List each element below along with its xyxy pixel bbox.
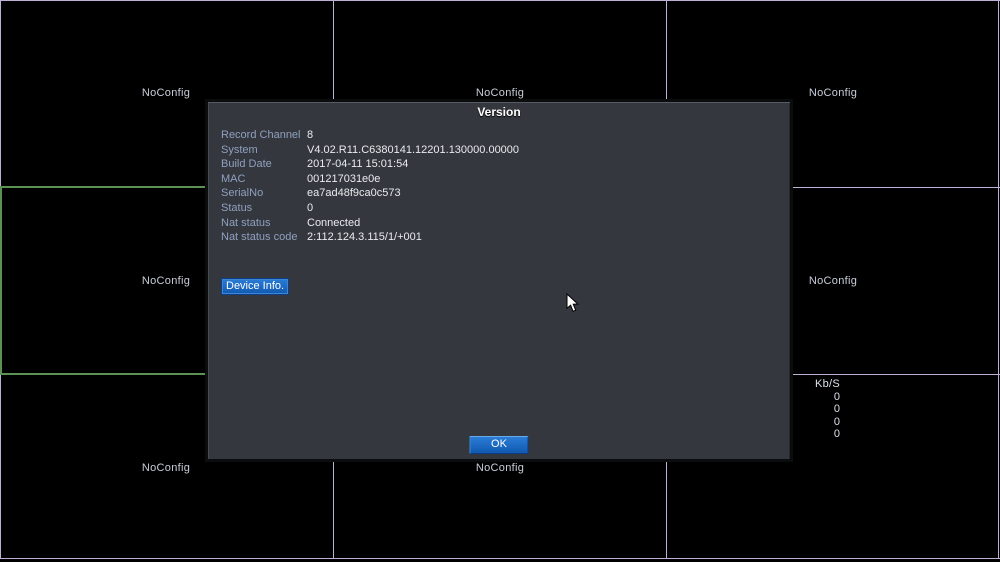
field-label: System xyxy=(221,143,258,156)
field-row: System V4.02.R11.C6380141.12201.130000.00… xyxy=(221,143,519,158)
version-dialog: Version Record Channel 8 System V4.02.R11.… xyxy=(205,99,793,462)
selected-cell-border-left xyxy=(0,186,2,375)
noconfig-label-ch3: NoConfig xyxy=(808,87,858,99)
noconfig-label-ch8: NoConfig xyxy=(475,462,525,474)
field-label: Status xyxy=(221,201,253,214)
field-row: Status 0 xyxy=(221,201,519,216)
field-label: MAC xyxy=(221,172,246,185)
noconfig-label-ch1: NoConfig xyxy=(141,87,191,99)
grid-line-bottom xyxy=(0,558,1000,559)
field-row: Build Date 2017-04-11 15:01:54 xyxy=(221,157,519,172)
mouse-cursor-icon xyxy=(566,292,580,318)
field-label: Nat status xyxy=(221,216,271,229)
field-value: Connected xyxy=(307,216,361,229)
field-row: Nat status code 2:112.124.3.115/1/+001 xyxy=(221,230,519,245)
field-value: 001217031e0e xyxy=(307,172,381,185)
noconfig-label-ch6: NoConfig xyxy=(808,275,858,287)
field-value: V4.02.R11.C6380141.12201.130000.00000 xyxy=(307,143,520,156)
field-value: ea7ad48f9ca0c573 xyxy=(307,187,401,200)
ok-button[interactable]: OK xyxy=(469,436,529,454)
grid-line-top xyxy=(0,0,1000,1)
field-value: 8 xyxy=(307,129,314,141)
field-row: MAC 001217031e0e xyxy=(221,172,519,187)
field-label: Build Date xyxy=(221,158,272,171)
field-row: SerialNo ea7ad48f9ca0c573 xyxy=(221,186,519,201)
grid-line-right xyxy=(998,0,999,559)
field-label: SerialNo xyxy=(221,187,264,200)
field-row: Nat status Connected xyxy=(221,216,519,231)
dialog-title: Version xyxy=(477,105,521,119)
noconfig-label-ch7: NoConfig xyxy=(141,462,191,474)
field-label: Nat status code xyxy=(221,231,298,244)
device-info-button[interactable]: Device Info. xyxy=(221,278,290,295)
field-label: Record Channel xyxy=(221,129,301,141)
version-fields: Record Channel 8 System V4.02.R11.C6380141… xyxy=(221,128,519,245)
field-row: Record Channel 8 xyxy=(221,128,519,143)
field-value: 2:112.124.3.115/1/+001 xyxy=(307,231,422,244)
field-value: 2017-04-11 15:01:54 xyxy=(307,158,409,171)
noconfig-label-ch4: NoConfig xyxy=(141,275,191,287)
field-value: 0 xyxy=(307,201,314,214)
noconfig-label-ch2: NoConfig xyxy=(475,87,525,99)
